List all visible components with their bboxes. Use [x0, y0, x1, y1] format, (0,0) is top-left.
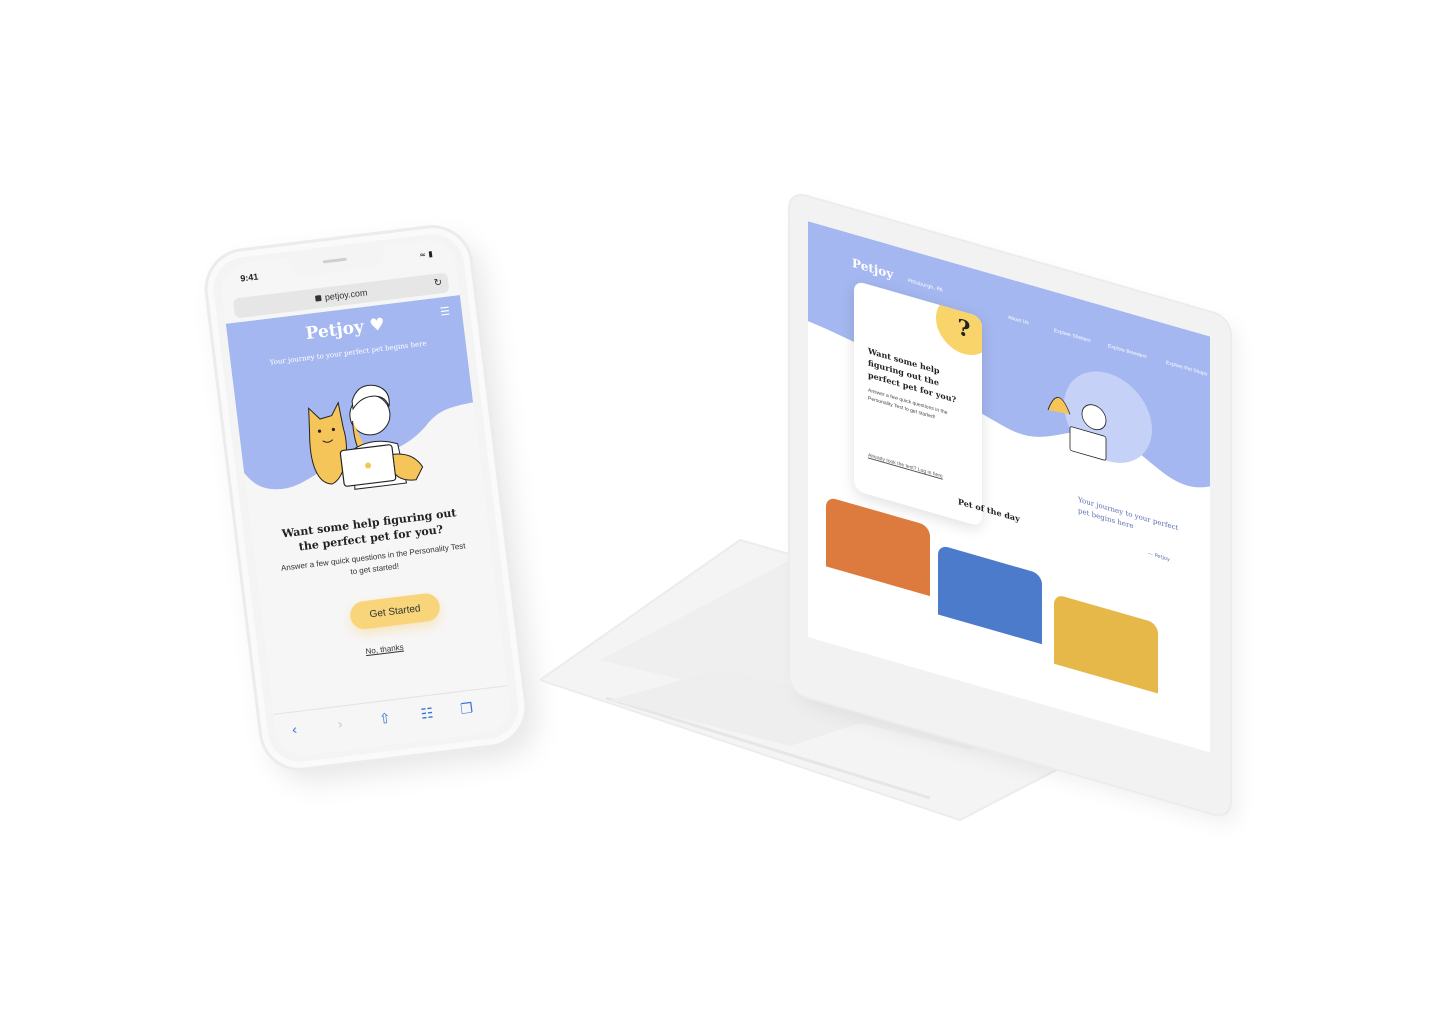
lock-icon: [314, 295, 322, 302]
back-icon[interactable]: ‹: [291, 722, 299, 739]
url-text: petjoy.com: [324, 287, 368, 303]
phone-mockup: 9:41 ≈ ▮ petjoy.com ↻ Petjoy ♥ ☰ Your jo…: [203, 223, 529, 773]
bookmarks-icon[interactable]: ☷: [420, 705, 434, 722]
share-icon[interactable]: ⇧: [378, 711, 392, 728]
no-thanks-link[interactable]: No, thanks: [267, 631, 502, 669]
tabs-icon[interactable]: ❐: [460, 701, 474, 718]
menu-icon[interactable]: ☰: [439, 304, 450, 318]
hero-section: Petjoy ♥ ☰ Your journey to your perfect …: [225, 295, 483, 512]
status-time: 9:41: [239, 271, 259, 284]
reload-icon[interactable]: ↻: [433, 273, 444, 294]
wifi-battery-icon: ≈ ▮: [418, 249, 434, 260]
get-started-button[interactable]: Get Started: [348, 591, 442, 631]
quiz-card: ? Want some help figuring out the perfec…: [854, 280, 982, 528]
login-link[interactable]: Already took the test? Log in here: [868, 452, 943, 479]
forward-icon[interactable]: ›: [336, 717, 344, 734]
